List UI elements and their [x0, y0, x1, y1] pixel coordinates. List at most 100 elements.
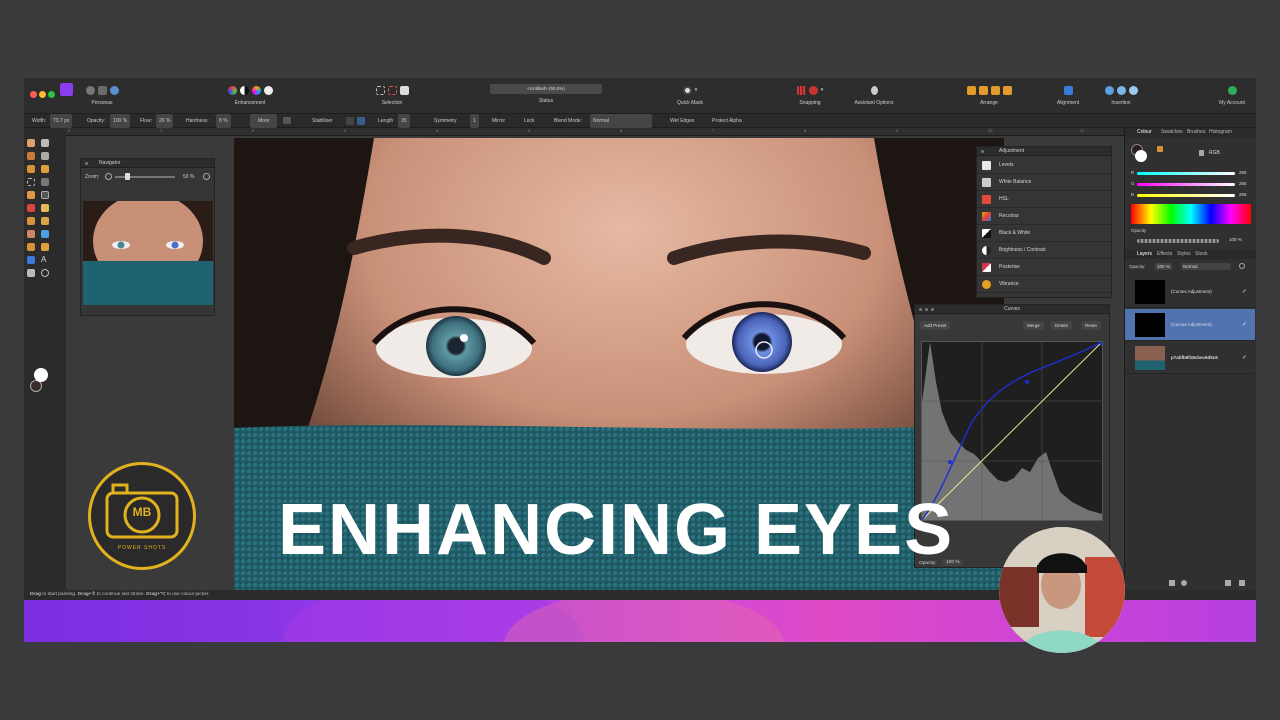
primary-colour-swatch[interactable] — [34, 368, 48, 382]
app-logo-icon[interactable] — [60, 83, 73, 96]
flood-select-icon[interactable] — [41, 165, 49, 173]
g-value[interactable]: 255 — [1239, 181, 1247, 186]
tab-histogram[interactable]: Histogram — [1209, 128, 1232, 137]
move-tool-icon[interactable] — [41, 139, 49, 147]
layer-row[interactable]: p7abfb9f18cbec6d5c6 ✓ — [1125, 342, 1255, 374]
curve-control-point[interactable] — [948, 460, 952, 464]
layer-blend-select[interactable]: Normal — [1181, 263, 1231, 270]
shape-tool-icon[interactable] — [27, 256, 35, 264]
insert-behind-icon[interactable] — [1104, 85, 1114, 95]
inpainting-brush-icon[interactable] — [41, 243, 49, 251]
r-value[interactable]: 255 — [1239, 170, 1247, 175]
crop-tool-icon[interactable] — [41, 152, 49, 160]
move-backward-icon[interactable] — [978, 85, 988, 95]
stabiliser-checkbox[interactable]: Stabiliser — [312, 114, 333, 128]
snapping-magnet-icon[interactable] — [808, 85, 818, 95]
insert-inside-icon[interactable] — [1128, 85, 1138, 95]
navigator-preview[interactable] — [83, 201, 213, 305]
enhancement-group[interactable]: Enhancement — [220, 84, 280, 106]
window-mode-icon[interactable] — [357, 117, 365, 125]
colour-picker-icon[interactable] — [1157, 146, 1163, 152]
symmetry-checkbox[interactable]: Symmetry — [434, 114, 457, 128]
colour-opacity-slider[interactable] — [1137, 239, 1219, 243]
quick-mask-group[interactable]: ▾ Quick Mask — [672, 84, 708, 106]
alignment-icon[interactable] — [1063, 85, 1073, 95]
zoom-in-icon[interactable] — [203, 173, 210, 180]
flood-fill-icon[interactable] — [27, 191, 35, 199]
width-field[interactable]: 73.7 px — [50, 114, 73, 128]
colour-spectrum[interactable] — [1131, 204, 1251, 224]
b-slider[interactable] — [1137, 194, 1235, 197]
move-back-icon[interactable] — [966, 85, 976, 95]
zoom-value[interactable]: 50 % — [183, 174, 194, 180]
quick-mask-icon[interactable] — [682, 85, 692, 95]
layer-opacity-field[interactable]: 100 % — [1155, 263, 1172, 270]
tab-layers[interactable]: Layers — [1137, 250, 1152, 259]
tab-stock[interactable]: Stock — [1195, 250, 1208, 259]
move-forward-icon[interactable] — [990, 85, 1000, 95]
add-preset-button[interactable]: Add Preset — [920, 321, 951, 330]
protect-alpha-checkbox[interactable]: Protect Alpha — [712, 114, 742, 128]
marquee-tool-icon[interactable] — [27, 178, 35, 186]
tab-styles[interactable]: Styles — [1177, 250, 1191, 259]
g-slider[interactable] — [1137, 183, 1235, 186]
brush-preview-icon[interactable] — [283, 117, 291, 124]
assistant-icon[interactable] — [870, 85, 878, 95]
mirror-checkbox[interactable]: Mirror — [492, 114, 505, 128]
adjustment-item-recolour[interactable]: Recolour — [977, 208, 1111, 225]
adjustment-item-brightness-contrast[interactable]: Brightness / Contrast — [977, 242, 1111, 259]
smudge-brush-icon[interactable] — [27, 230, 35, 238]
layer-visibility-checkbox[interactable]: ✓ — [1242, 354, 1247, 361]
layer-visibility-checkbox[interactable]: ✓ — [1242, 321, 1247, 328]
auto-white-balance-icon[interactable] — [263, 85, 273, 95]
colour-opacity-value[interactable]: 100 % — [1229, 237, 1242, 242]
close-dialog-icon[interactable] — [919, 308, 922, 311]
deselect-icon[interactable] — [387, 85, 397, 95]
close-window-button[interactable] — [30, 91, 37, 98]
adjustment-item-levels[interactable]: Levels — [977, 157, 1111, 174]
insertion-group[interactable]: Insertion — [1096, 84, 1146, 106]
liquify-persona-icon[interactable] — [97, 85, 107, 95]
length-field[interactable]: 35 — [398, 114, 410, 128]
clone-brush-icon[interactable] — [41, 217, 49, 225]
snapping-grid-icon[interactable] — [796, 85, 806, 95]
tab-colour[interactable]: Colour — [1137, 128, 1152, 137]
flow-field[interactable]: 26 % — [156, 114, 174, 128]
tab-effects[interactable]: Effects — [1157, 250, 1172, 259]
delete-button[interactable]: Delete — [1051, 321, 1073, 330]
gear-icon[interactable] — [1239, 263, 1245, 269]
hand-tool-icon[interactable] — [27, 269, 35, 277]
arrange-group[interactable]: Arrange — [964, 84, 1014, 106]
move-front-icon[interactable] — [1002, 85, 1012, 95]
zoom-slider-handle[interactable] — [125, 173, 130, 180]
blend-mode-select[interactable]: Normal — [590, 114, 652, 128]
colour-replacement-icon[interactable] — [27, 204, 35, 212]
layer-row-selected[interactable]: (Curves Adjustment) ✓ — [1125, 309, 1255, 341]
b-value[interactable]: 255 — [1239, 192, 1247, 197]
view-tool-icon[interactable] — [27, 139, 35, 147]
snapping-group[interactable]: ▾ Snapping — [776, 84, 844, 106]
adjustment-item-hsl[interactable]: HSL — [977, 191, 1111, 208]
r-slider[interactable] — [1137, 172, 1235, 175]
adjustment-item-black-white[interactable]: Black & White — [977, 225, 1111, 242]
personas-group[interactable]: Personas — [82, 84, 122, 106]
invert-selection-icon[interactable] — [399, 85, 409, 95]
layer-visibility-checkbox[interactable]: ✓ — [1242, 288, 1247, 295]
colour-model-select[interactable]: RGB — [1209, 150, 1220, 156]
chevron-down-icon[interactable]: ▾ — [821, 87, 824, 93]
blur-brush-icon[interactable] — [41, 230, 49, 238]
auto-contrast-icon[interactable] — [239, 85, 249, 95]
alignment-group[interactable]: Alignment — [1050, 84, 1086, 106]
auto-colours-icon[interactable] — [251, 85, 261, 95]
assistant-group[interactable]: Assistant Options — [849, 84, 899, 106]
text-tool-icon[interactable]: A — [41, 256, 49, 264]
reset-button[interactable]: Reset — [1081, 321, 1101, 330]
symmetry-field[interactable]: 1 — [470, 114, 479, 128]
zoom-slider[interactable] — [115, 176, 175, 178]
selection-group[interactable]: Selection — [367, 84, 417, 106]
chevron-down-icon[interactable]: ▾ — [695, 87, 698, 93]
curve-control-point[interactable] — [1025, 380, 1029, 384]
red-eye-icon[interactable] — [27, 243, 35, 251]
minimize-window-button[interactable] — [39, 91, 46, 98]
add-layer-icon[interactable] — [1225, 580, 1231, 586]
